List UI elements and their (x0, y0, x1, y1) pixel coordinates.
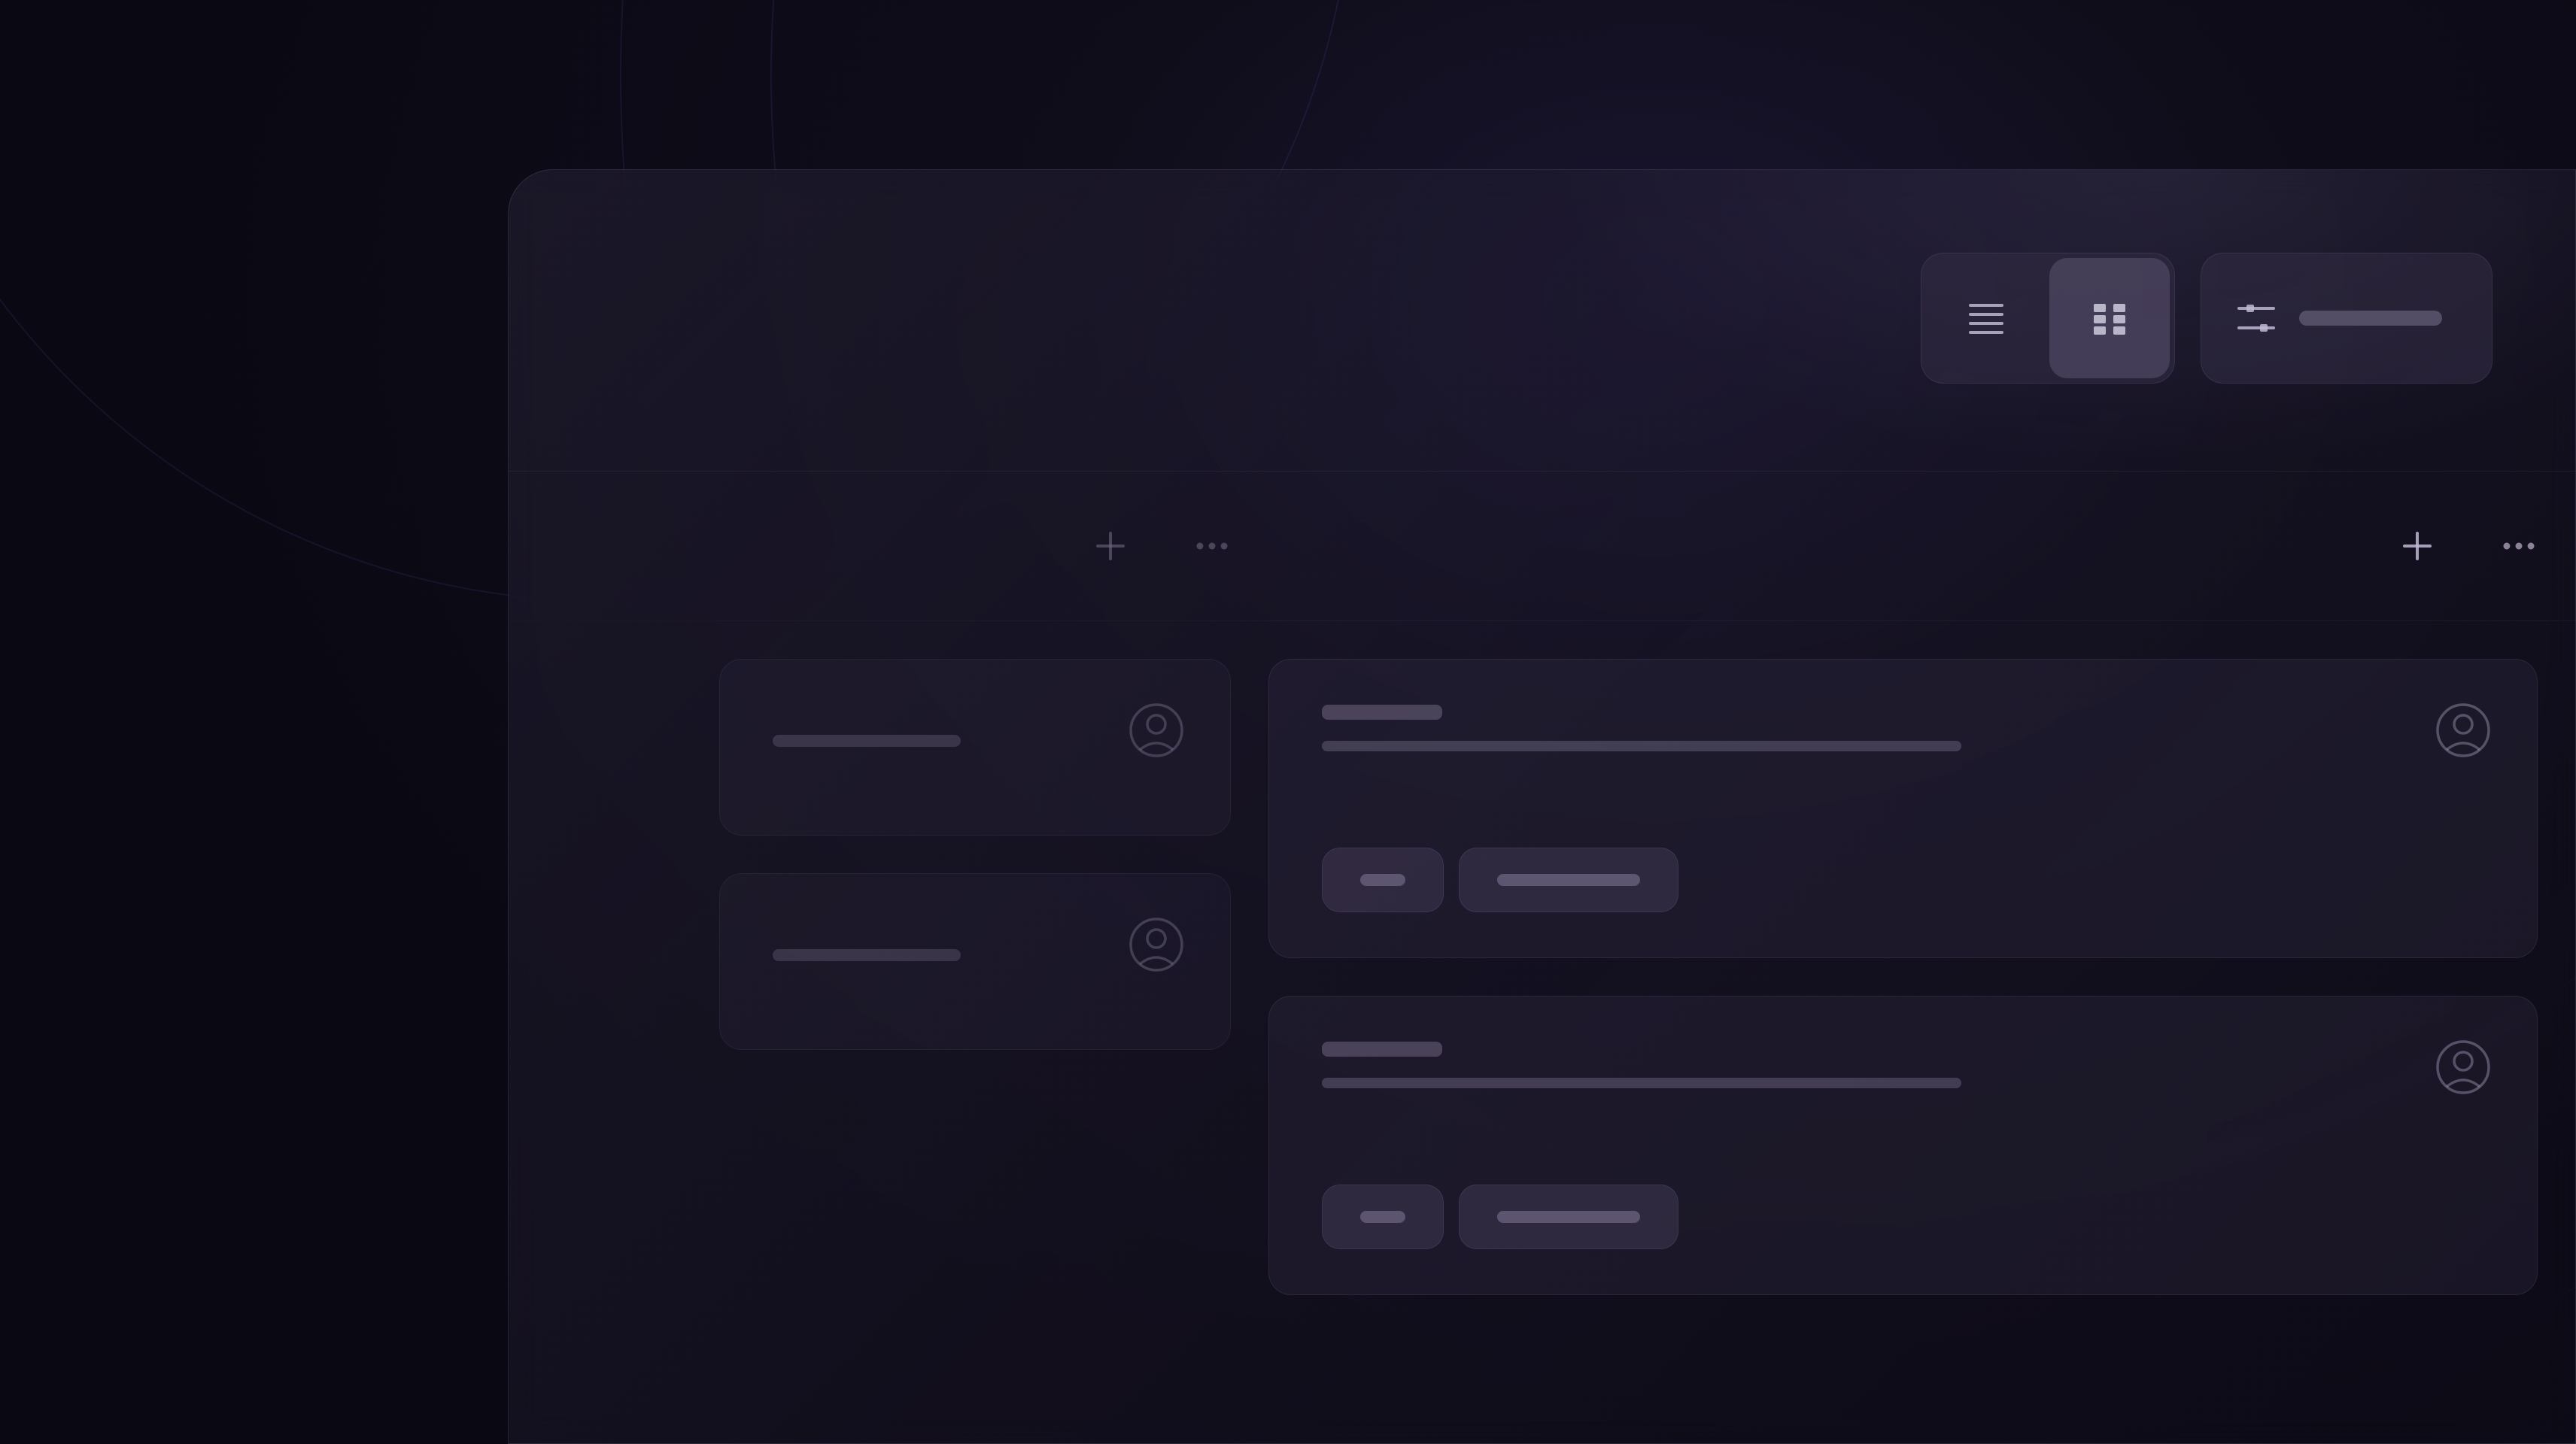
card[interactable] (719, 873, 1231, 1050)
board-column (719, 471, 1268, 1443)
view-toggle-group (1921, 253, 2175, 384)
plus-icon (2400, 529, 2435, 563)
user-icon (1128, 916, 1185, 973)
card-title-placeholder (773, 949, 961, 961)
tag-label-placeholder (1360, 874, 1405, 886)
toolbar (1921, 253, 2492, 384)
sliders-icon (2236, 298, 2277, 338)
column-header (509, 471, 719, 621)
plus-icon (1093, 529, 1128, 563)
card-avatar (2435, 702, 2492, 759)
grid-view-button[interactable] (2049, 258, 2170, 378)
card-tag[interactable] (1322, 1185, 1444, 1249)
card-tag[interactable] (1322, 848, 1444, 912)
column-more-button[interactable] (1193, 527, 1231, 565)
filter-group (2201, 253, 2492, 384)
column-header (1268, 471, 2575, 621)
column-header (719, 471, 1268, 621)
card-title-placeholder (1322, 705, 1442, 720)
card-tags (1322, 848, 2484, 912)
filter-label-placeholder (2299, 311, 2442, 326)
user-icon (2435, 702, 2492, 759)
add-card-button[interactable] (1092, 527, 1129, 565)
card-avatar (1128, 916, 1185, 973)
add-card-button[interactable] (2398, 527, 2436, 565)
column-more-button[interactable] (2500, 527, 2538, 565)
app-panel (508, 169, 2576, 1444)
filter-button[interactable] (2206, 258, 2487, 378)
board-column (1268, 471, 2575, 1443)
card-body-placeholder (1322, 741, 1961, 751)
card-tag[interactable] (1459, 848, 1678, 912)
card-avatar (2435, 1039, 2492, 1096)
card[interactable] (1268, 659, 2538, 958)
user-icon (1128, 702, 1185, 759)
card-avatar (1128, 702, 1185, 759)
tag-label-placeholder (1360, 1211, 1405, 1223)
list-view-button[interactable] (1926, 258, 2046, 378)
card-body-placeholder (1322, 1078, 1961, 1088)
card-tag[interactable] (1459, 1185, 1678, 1249)
card-title-placeholder (773, 735, 961, 747)
user-icon (2435, 1039, 2492, 1096)
list-icon (1966, 298, 2006, 338)
more-icon (2500, 538, 2538, 554)
card[interactable] (1268, 996, 2538, 1295)
card-title-placeholder (1322, 1042, 1442, 1057)
grid-icon (2089, 298, 2130, 338)
card[interactable] (719, 659, 1231, 836)
more-icon (1193, 538, 1231, 554)
board-column (509, 471, 719, 1443)
tag-label-placeholder (1497, 874, 1640, 886)
columns-area (509, 471, 2575, 1443)
cards-container (1268, 621, 2575, 1295)
card-tags (1322, 1185, 2484, 1249)
tag-label-placeholder (1497, 1211, 1640, 1223)
cards-container (719, 621, 1268, 1050)
